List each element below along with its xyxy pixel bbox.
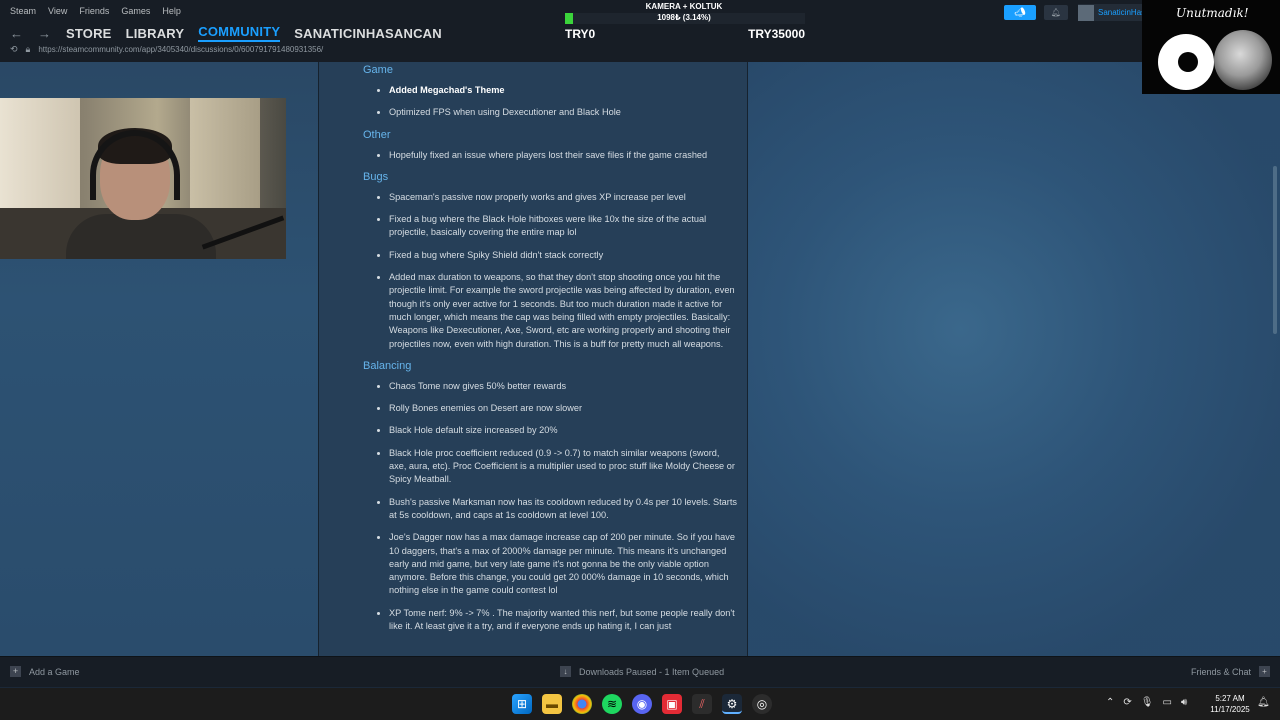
- system-tray: ⌃ ⟳ 🎙︎ ▭ 🔊︎: [1106, 697, 1187, 708]
- tab-store[interactable]: STORE: [66, 26, 112, 41]
- red-app-icon[interactable]: ▣: [662, 694, 682, 714]
- nav-row: ← → STORE LIBRARY COMMUNITY SANATICINHAS…: [10, 24, 442, 42]
- avatar: [1078, 4, 1094, 21]
- list-item: Added Megachad's Theme: [363, 84, 739, 97]
- taskbar-apps: ⊞ ▬ ≋ ◉ ▣ ⫽ ⚙ ◎: [512, 694, 772, 714]
- list-item: Bush's passive Marksman now has its cool…: [363, 496, 739, 523]
- network-icon[interactable]: ▭: [1162, 697, 1171, 708]
- list-item: Fixed a bug where the Black Hole hitboxe…: [363, 213, 739, 240]
- webcam-person-body: [66, 214, 216, 259]
- bell-icon[interactable]: 🔔︎: [1044, 5, 1068, 20]
- list-item: Joe's Dagger now has a max damage increa…: [363, 531, 739, 597]
- logo-face-image: [1214, 30, 1272, 90]
- friends-label: Friends & Chat: [1190, 666, 1251, 677]
- clock-time: 5:27 AM: [1215, 694, 1245, 703]
- chrome-icon[interactable]: [572, 694, 592, 714]
- url-row: ⟲ 🔒︎ https://steamcommunity.com/app/3405…: [10, 44, 323, 55]
- arrow-right-icon[interactable]: →: [38, 26, 52, 41]
- megaphone-icon[interactable]: 📣︎: [1004, 5, 1036, 20]
- goal-value: 1098₺ (3.14%): [657, 13, 711, 22]
- spotify-icon[interactable]: ≋: [602, 694, 622, 714]
- arrow-left-icon[interactable]: ←: [10, 26, 24, 41]
- goal-min: TRY0: [565, 27, 596, 41]
- windows-taskbar: ⊞ ▬ ≋ ◉ ▣ ⫽ ⚙ ◎ ⌃ ⟳ 🎙︎ ▭ 🔊︎ 5:27 AM 11/1…: [0, 688, 1280, 720]
- downloads-label: Downloads Paused - 1 Item Queued: [579, 666, 725, 677]
- taskbar-clock[interactable]: 5:27 AM 11/17/2025: [1206, 693, 1254, 715]
- logo-circle-icon: [1158, 34, 1214, 90]
- url-text[interactable]: https://steamcommunity.com/app/3405340/d…: [38, 45, 323, 54]
- menu-games[interactable]: Games: [121, 6, 150, 16]
- list-item: XP Tome nerf: 9% -> 7% . The majority wa…: [363, 607, 739, 634]
- menu-view[interactable]: View: [48, 6, 67, 16]
- section-heading: Bugs: [363, 170, 389, 183]
- file-explorer-icon[interactable]: ▬: [542, 694, 562, 714]
- download-icon: ↓: [560, 666, 571, 677]
- menu-help[interactable]: Help: [162, 6, 181, 16]
- steam-icon[interactable]: ⚙: [722, 694, 742, 714]
- discussion-post: Game Added Megachad's Theme Optimized FPS …: [318, 62, 748, 656]
- patch-notes: Game Added Megachad's Theme Optimized FPS …: [363, 62, 739, 642]
- add-game-label: Add a Game: [29, 666, 80, 677]
- goal-title: KAMERA + KOLTUK: [645, 2, 723, 11]
- scrollbar-thumb[interactable]: [1273, 166, 1277, 334]
- downloads-status[interactable]: ↓ Downloads Paused - 1 Item Queued: [560, 666, 724, 677]
- section-heading: Balancing: [363, 359, 412, 372]
- steam-bottom-bar: + Add a Game ↓ Downloads Paused - 1 Item…: [0, 656, 1280, 687]
- scrollbar[interactable]: [1270, 62, 1280, 656]
- lock-icon: 🔒︎: [25, 44, 31, 54]
- stats-app-icon[interactable]: ⫽: [692, 694, 712, 714]
- windows-start-icon[interactable]: ⊞: [512, 694, 532, 714]
- obs-icon[interactable]: ◎: [752, 694, 772, 714]
- menu-steam[interactable]: Steam: [10, 6, 36, 16]
- tab-profile[interactable]: SANATICINHASANCAN: [294, 26, 442, 41]
- background-artwork: [748, 62, 1280, 656]
- webcam-feed: [0, 98, 286, 259]
- section-heading: Other: [363, 128, 391, 141]
- notification-bell-icon[interactable]: 🔔︎: [1257, 697, 1270, 708]
- list-item: Chaos Tome now gives 50% better rewards: [363, 380, 739, 393]
- donation-goal-overlay: KAMERA + KOLTUK 1098₺ (3.14%) TRY0 TRY35…: [563, 0, 805, 44]
- plus-icon: +: [10, 666, 21, 677]
- menu-bar: Steam View Friends Games Help: [10, 6, 181, 16]
- list-item: Fixed a bug where Spiky Shield didn't st…: [363, 249, 739, 262]
- tab-library[interactable]: LIBRARY: [126, 26, 185, 41]
- friends-chat-button[interactable]: Friends & Chat +: [1191, 666, 1270, 677]
- microphone-icon[interactable]: 🎙︎: [1141, 697, 1154, 708]
- logo-signature: Unutmadık!: [1176, 6, 1249, 20]
- list-item: Rolly Bones enemies on Desert are now sl…: [363, 402, 739, 415]
- chevron-up-icon[interactable]: ⌃: [1106, 697, 1114, 708]
- list-item: Black Hole proc coefficient reduced (0.9…: [363, 447, 739, 487]
- clock-date: 11/17/2025: [1210, 705, 1250, 714]
- streamer-logo: Unutmadık!: [1142, 0, 1280, 94]
- section-heading: Game: [363, 64, 393, 76]
- volume-icon[interactable]: 🔊︎: [1181, 697, 1187, 708]
- list-item: Spaceman's passive now properly works an…: [363, 191, 739, 204]
- menu-friends[interactable]: Friends: [79, 6, 109, 16]
- list-item: Black Hole default size increased by 20%: [363, 424, 739, 437]
- discord-icon[interactable]: ◉: [632, 694, 652, 714]
- list-item: Added max duration to weapons, so that t…: [363, 271, 739, 351]
- sync-icon[interactable]: ⟳: [1123, 697, 1131, 708]
- chat-icon: +: [1259, 666, 1270, 677]
- tab-community[interactable]: COMMUNITY: [198, 24, 281, 42]
- add-game-button[interactable]: + Add a Game: [10, 666, 80, 677]
- list-item: Hopefully fixed an issue where players l…: [363, 149, 739, 162]
- list-item: Optimized FPS when using Dexecutioner an…: [363, 106, 739, 119]
- reload-icon[interactable]: ⟲: [10, 44, 18, 55]
- goal-max: TRY35000: [748, 27, 805, 41]
